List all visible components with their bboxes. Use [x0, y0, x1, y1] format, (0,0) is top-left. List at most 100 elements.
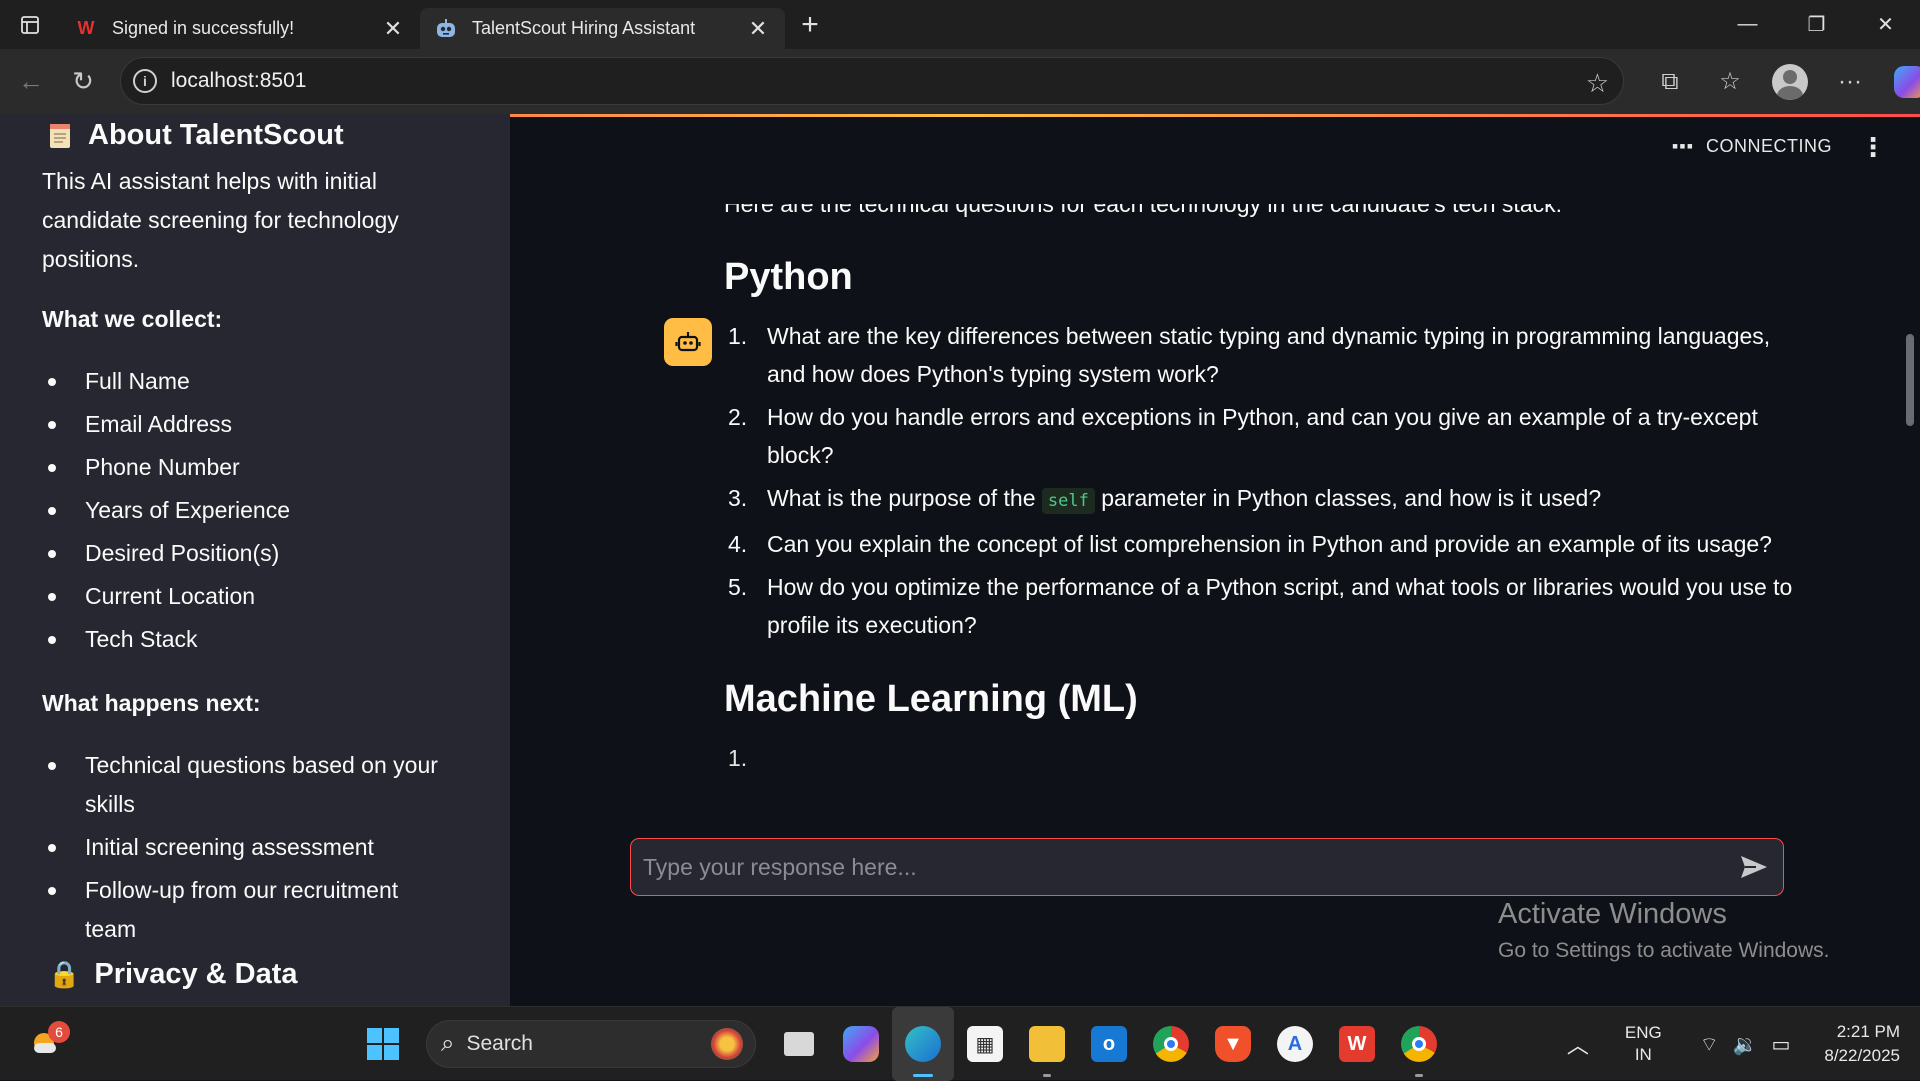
send-icon: [1741, 856, 1767, 878]
wps-app[interactable]: W: [1326, 1007, 1388, 1081]
favorites-button[interactable]: ☆: [1700, 49, 1760, 114]
tab-signed-in[interactable]: W Signed in successfully! ✕: [60, 8, 420, 49]
restore-button[interactable]: ❐: [1782, 0, 1851, 49]
chat-input[interactable]: [631, 839, 1725, 895]
send-button[interactable]: [1725, 839, 1783, 895]
app-store-icon: A: [1277, 1026, 1313, 1062]
question-text: How do you optimize the performance of a…: [767, 574, 1793, 638]
section-heading-ml: Machine Learning (ML): [724, 678, 1138, 720]
tab-talentscout[interactable]: TalentScout Hiring Assistant ✕: [420, 8, 785, 49]
avatar: [1772, 63, 1808, 100]
time-text: 2:21 PM: [1836, 1022, 1900, 1041]
python-questions: 1. What are the key differences between s…: [724, 317, 1794, 644]
store-app[interactable]: ▦: [954, 1007, 1016, 1081]
memo-icon: [50, 123, 70, 148]
minimize-button[interactable]: —: [1713, 0, 1782, 49]
wps-icon: W: [1339, 1026, 1375, 1062]
close-tab-icon[interactable]: ✕: [745, 16, 771, 42]
watermark-subtitle: Go to Settings to activate Windows.: [1498, 939, 1830, 962]
clock[interactable]: 2:21 PM 8/22/2025: [1824, 1020, 1900, 1068]
copilot-icon: [1894, 65, 1920, 98]
copilot-icon: [843, 1026, 879, 1062]
search-icon: ⌕: [441, 1030, 455, 1057]
chrome-app[interactable]: [1140, 1007, 1202, 1081]
quick-settings[interactable]: ⌔ 🔉 ▭: [1700, 1032, 1791, 1057]
back-button[interactable]: ←: [10, 61, 52, 103]
task-view-icon: [784, 1032, 814, 1056]
brave-icon: ▼: [1215, 1026, 1251, 1062]
watermark-title: Activate Windows: [1498, 898, 1727, 930]
outlook-icon: o: [1091, 1026, 1127, 1062]
list-item: Years of Experience: [42, 491, 482, 530]
file-explorer-app[interactable]: [1016, 1007, 1078, 1081]
close-window-button[interactable]: ✕: [1851, 0, 1920, 49]
chat-container: Here are the technical questions for eac…: [654, 204, 1794, 932]
favorites-icon: ☆: [1719, 68, 1741, 95]
edge-icon: [905, 1026, 941, 1062]
list-item: Desired Position(s): [42, 534, 482, 573]
browser-tab-bar: W Signed in successfully! ✕ TalentScout …: [0, 0, 1920, 49]
language-code: ENG: [1624, 1023, 1662, 1042]
list-item: 1. What are the key differences between s…: [724, 317, 1794, 393]
task-view-button[interactable]: [768, 1007, 830, 1081]
app-store-app[interactable]: A: [1264, 1007, 1326, 1081]
next-heading: What happens next:: [42, 690, 261, 716]
scrollbar[interactable]: [1906, 334, 1914, 426]
search-label: Search: [466, 1032, 533, 1055]
chrome-app-2[interactable]: [1388, 1007, 1450, 1081]
show-hidden-icons-button[interactable]: ︿: [1567, 1028, 1589, 1060]
close-tab-icon[interactable]: ✕: [380, 16, 406, 42]
kebab-menu-icon: ⋮: [1860, 132, 1886, 162]
store-icon: ▦: [967, 1026, 1003, 1062]
collect-list: Full Name Email Address Phone Number Yea…: [42, 362, 482, 663]
outlook-app[interactable]: o: [1078, 1007, 1140, 1081]
sidebar-about-text: This AI assistant helps with initial can…: [42, 168, 399, 272]
search-highlight-icon: [711, 1028, 743, 1060]
start-button[interactable]: [352, 1007, 414, 1081]
list-item: Technical questions based on your skills: [42, 746, 442, 824]
plus-icon: +: [801, 7, 819, 41]
inline-code: self: [1041, 488, 1095, 514]
url-text[interactable]: localhost:8501: [171, 69, 306, 93]
taskbar-search[interactable]: ⌕ Search: [426, 1020, 756, 1068]
tab-title: Signed in successfully!: [112, 18, 295, 38]
message-intro: Here are the technical questions for eac…: [724, 204, 1563, 217]
sidebar-privacy-title: Privacy & Data: [94, 958, 298, 990]
open-indicator: [1043, 1074, 1051, 1077]
tab-actions-button[interactable]: [0, 0, 60, 49]
ml-questions: 1.: [724, 739, 1794, 775]
assistant-message: Here are the technical questions for eac…: [724, 204, 1794, 780]
address-bar[interactable]: i localhost:8501 ☆: [120, 57, 1624, 105]
new-tab-button[interactable]: +: [785, 0, 835, 49]
site-info-icon[interactable]: i: [133, 69, 157, 93]
wps-icon: W: [77, 18, 95, 38]
copilot-app[interactable]: [830, 1007, 892, 1081]
puzzle-icon: ⧉: [1661, 67, 1679, 95]
status-text: CONNECTING: [1706, 136, 1832, 156]
copilot-button[interactable]: [1880, 49, 1920, 114]
chat-input-box: [630, 838, 1784, 896]
sidebar-about-title: About TalentScout: [88, 119, 344, 151]
next-list: Technical questions based on your skills…: [42, 746, 442, 953]
list-item: Current Location: [42, 577, 482, 616]
settings-menu-button[interactable]: ···: [1820, 49, 1880, 114]
reload-button[interactable]: ↻: [62, 61, 104, 103]
question-text: Can you explain the concept of list comp…: [767, 531, 1772, 557]
notification-badge: 6: [48, 1021, 70, 1043]
taskbar-apps: ⌕ Search ▦ o ▼ A W: [352, 1007, 1450, 1081]
extensions-button[interactable]: ⧉: [1640, 49, 1700, 114]
favorite-star-icon[interactable]: ☆: [1586, 68, 1609, 99]
list-item: Initial screening assessment: [42, 828, 442, 867]
section-heading-python: Python: [724, 256, 853, 298]
question-text: How do you handle errors and exceptions …: [767, 404, 1758, 468]
edge-app[interactable]: [892, 1007, 954, 1081]
robot-icon: [434, 17, 458, 41]
profile-button[interactable]: [1760, 49, 1820, 114]
language-indicator[interactable]: ENG IN: [1625, 1022, 1662, 1066]
main-area: ▪▪▪ CONNECTING ⋮ Here are the technical …: [510, 114, 1920, 1006]
main-menu-button[interactable]: ⋮: [1860, 132, 1886, 163]
list-number: 4.: [728, 531, 748, 557]
tab-actions-icon: [21, 15, 39, 34]
brave-app[interactable]: ▼: [1202, 1007, 1264, 1081]
connecting-icon: ▪▪▪: [1671, 136, 1694, 156]
